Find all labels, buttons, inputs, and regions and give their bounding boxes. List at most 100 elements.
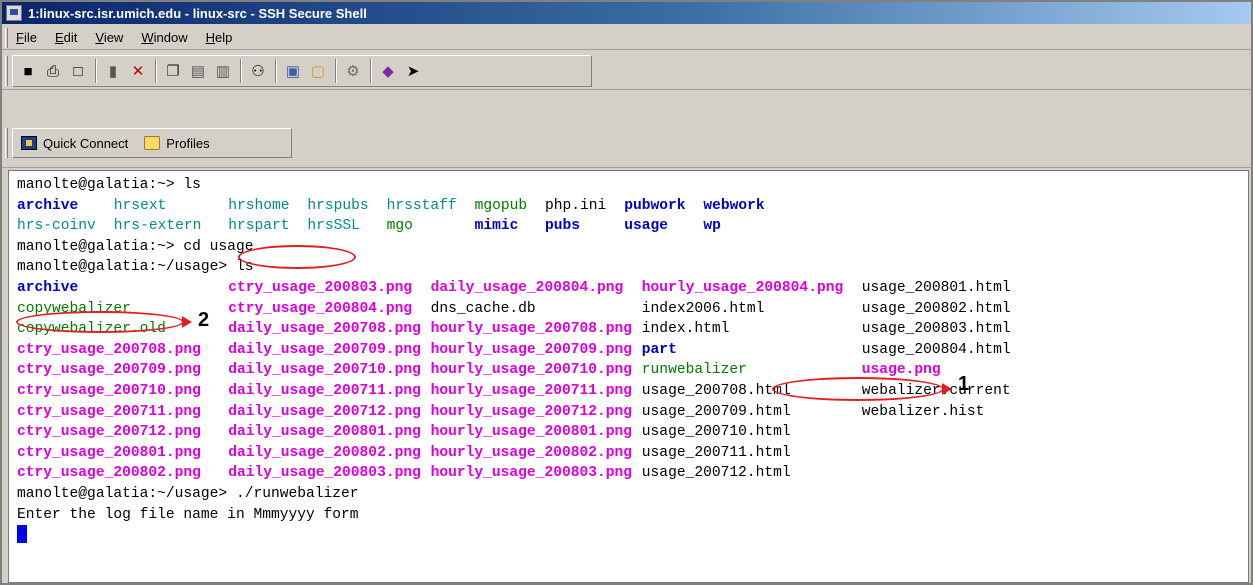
quickbar-buttons: Quick Connect Profiles: [12, 128, 292, 158]
terminal-text: usage_200801.html: [861, 279, 1011, 296]
menu-accelerator: W: [141, 30, 154, 45]
menu-window[interactable]: Window: [139, 28, 189, 47]
terminal-text: pubwork: [624, 197, 686, 214]
terminal-text: ctry_usage_200708.png: [17, 341, 201, 358]
settings-icon[interactable]: ▣: [282, 60, 304, 82]
menu-accelerator: E: [54, 30, 64, 45]
toolbar-separator: [335, 59, 337, 83]
annotation-oval-copywebalizer: [16, 311, 184, 333]
terminal-text: ctry_usage_200711.png: [17, 403, 201, 420]
terminal-text: part: [641, 341, 677, 358]
terminal-text: usage_200712.html: [641, 465, 791, 482]
terminal-text: ctry_usage_200801.png: [17, 444, 201, 461]
menu-edit[interactable]: Edit: [53, 28, 79, 47]
toolbar-separator: [95, 59, 97, 83]
print-icon[interactable]: ⎙: [42, 60, 64, 82]
toolbar-separator: [240, 59, 242, 83]
terminal-text: hourly_usage_200803.png: [430, 465, 633, 482]
menu-label-rest: iew: [103, 30, 124, 45]
terminal-text: hrsext: [113, 197, 167, 214]
annotation-arrow-1: [942, 383, 952, 395]
whats-this-icon[interactable]: ➤: [402, 60, 424, 82]
terminal-text: manolte@galatia:~/usage> ls: [17, 259, 254, 276]
menu-label-rest: ile: [23, 30, 37, 45]
profile-icon[interactable]: ▢: [307, 60, 329, 82]
toolbar-separator: [370, 59, 372, 83]
terminal-text: hourly_usage_200802.png: [430, 444, 633, 461]
terminal-text: daily_usage_200801.png: [228, 424, 421, 441]
annotation-arrow-2: [182, 316, 192, 328]
terminal-text: manolte@galatia:~> cd usage: [17, 238, 254, 255]
menubar-grip[interactable]: [5, 28, 8, 48]
terminal-text: index2006.html: [641, 300, 765, 317]
terminal-text: daily_usage_200803.png: [228, 465, 421, 482]
terminal-text: daily_usage_200709.png: [228, 341, 421, 358]
menu-help[interactable]: Help: [204, 28, 235, 47]
terminal-text: usage_200804.html: [861, 341, 1011, 358]
terminal-line: ctry_usage_200708.png daily_usage_200709.…: [17, 340, 1248, 361]
terminal-text: ctry_usage_200709.png: [17, 362, 201, 379]
terminal-text: hourly_usage_200804.png: [641, 279, 844, 296]
terminal-text: hrsstaff: [386, 197, 457, 214]
menu-accelerator: F: [16, 30, 24, 45]
quick-connect-button[interactable]: Quick Connect: [21, 136, 128, 151]
paste-alt-icon[interactable]: ▥: [212, 60, 234, 82]
terminal-line: archive ctry_usage_200803.png daily_usage_…: [17, 278, 1248, 299]
terminal-output[interactable]: manolte@galatia:~> ls archive hrsext hrshom…: [8, 170, 1249, 583]
ssh-app-icon[interactable]: [6, 5, 22, 21]
terminal-text: usage_200708.html: [641, 382, 791, 399]
toolbar-grip[interactable]: [5, 56, 8, 86]
toolbar-buttons: ■ ⎙ □ ▮ ✕ ❐ ▤ ▥ ⚇ ▣ ▢ ⚙ ◆ ➤: [12, 55, 592, 87]
terminal-text: wp: [703, 218, 721, 235]
terminal-line: ctry_usage_200710.png daily_usage_200711.…: [17, 381, 1248, 402]
terminal-text: daily_usage_200710.png: [228, 362, 421, 379]
terminal-text: ctry_usage_200802.png: [17, 465, 201, 482]
terminal-line: manolte@galatia:~/usage> ls: [17, 257, 1248, 278]
terminal-cursor: [17, 525, 27, 544]
terminal-text: hrspart: [228, 218, 290, 235]
terminal-text: Enter the log file name in Mmmyyyy form: [17, 506, 359, 523]
terminal-text: index.html: [641, 321, 730, 338]
folder-icon: [144, 136, 161, 150]
menu-accelerator: H: [205, 30, 215, 45]
copy-icon[interactable]: ❐: [162, 60, 184, 82]
terminal-text: usage_200711.html: [641, 444, 791, 461]
terminal-line: manolte@galatia:~> ls: [17, 175, 1248, 196]
terminal-text: daily_usage_200711.png: [228, 382, 421, 399]
terminal-text: mimic: [474, 218, 519, 235]
main-toolbar: ■ ⎙ □ ▮ ✕ ❐ ▤ ▥ ⚇ ▣ ▢ ⚙ ◆ ➤: [2, 52, 1251, 90]
quick-connect-icon: [21, 136, 37, 150]
terminal-text: usage: [624, 218, 668, 235]
terminal-text: runwebalizer: [641, 362, 747, 379]
menu-view[interactable]: View: [93, 28, 125, 47]
terminal-line: archive hrsext hrshome hrspubs hrsstaff mgopu…: [17, 196, 1248, 217]
save-icon[interactable]: ■: [17, 60, 39, 82]
toolbar-separator: [155, 59, 157, 83]
menu-label-rest: indow: [153, 30, 188, 45]
menu-accelerator: V: [95, 30, 104, 45]
title-bar[interactable]: 1:linux-src.isr.umich.edu - linux-src - …: [2, 2, 1251, 24]
terminal-text: hrspubs: [307, 197, 369, 214]
terminal-text: usage_200709.html: [641, 403, 791, 420]
profiles-button[interactable]: Profiles: [144, 136, 210, 151]
disconnect-icon[interactable]: ▮: [102, 60, 124, 82]
find-icon[interactable]: ⚇: [247, 60, 269, 82]
terminal-text: hourly_usage_200712.png: [430, 403, 633, 420]
menu-file[interactable]: File: [14, 28, 39, 47]
quickbar-grip[interactable]: [5, 128, 8, 158]
terminal-line: Enter the log file name in Mmmyyyy form: [17, 505, 1248, 526]
print-preview-icon[interactable]: □: [67, 60, 89, 82]
terminal-text: archive: [17, 197, 79, 214]
terminal-cursor-line: [17, 525, 1248, 546]
terminal-text: ctry_usage_200710.png: [17, 382, 201, 399]
terminal-text: hrs-coinv: [17, 218, 96, 235]
terminal-text: daily_usage_200712.png: [228, 403, 421, 420]
menu-label-rest: dit: [63, 30, 78, 45]
terminal-text: archive: [17, 279, 79, 296]
key-icon[interactable]: ⚙: [342, 60, 364, 82]
terminal-text: webwork: [703, 197, 765, 214]
help-book-icon[interactable]: ◆: [377, 60, 399, 82]
terminal-line: manolte@galatia:~/usage> ./runwebalizer: [17, 484, 1248, 505]
paste-icon[interactable]: ▤: [187, 60, 209, 82]
disconnect-all-icon[interactable]: ✕: [127, 60, 149, 82]
